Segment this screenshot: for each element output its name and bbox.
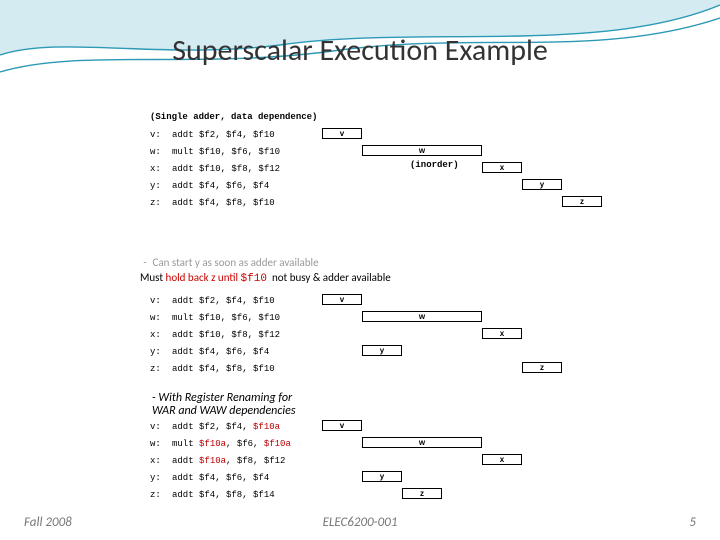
instr-text: addt $f4, $f6, $f4 [172,181,322,191]
instr-label: x: [150,456,172,466]
timeline: w [322,311,610,325]
example2-block: v: addt $f2, $f4, $f10 v w: mult $f10, $… [150,292,610,377]
inorder-label: (inorder) [410,160,459,170]
rename-note: - With Register Renaming for WAR and WAW… [152,392,296,418]
timeline: v [322,294,610,308]
instr-text: addt $f4, $f8, $f14 [172,490,322,500]
timeline: y [322,179,610,193]
bar-w: w [362,145,482,156]
timeline: y [322,471,610,485]
instr-text: mult $f10, $f6, $f10 [172,313,322,323]
timeline: x [322,454,610,468]
bar-y: y [522,179,562,190]
instr-label: z: [150,490,172,500]
instr-text: addt $f4, $f8, $f10 [172,364,322,374]
instr-label: w: [150,313,172,323]
instr-label: y: [150,473,172,483]
instr-label: w: [150,147,172,157]
bar-v: v [322,128,362,139]
note-hold-post: not busy & adder available [269,271,390,284]
instr-label: x: [150,164,172,174]
instr-text: addt $f4, $f6, $f4 [172,473,322,483]
bar-x: x [482,328,522,339]
timeline: w [322,437,610,451]
instr-label: z: [150,364,172,374]
timeline: x [322,328,610,342]
bar-z: z [522,362,562,373]
example1-header: (Single adder, data dependence) [150,112,610,122]
footer-center: ELEC6200-001 [0,515,720,530]
rename-note-l1: - With Register Renaming for [152,391,292,405]
rename-note-l2: WAR and WAW dependencies [152,404,296,418]
timeline: y [322,345,610,359]
timeline: z [322,196,610,210]
instr-text: addt $f10, $f8, $f12 [172,330,322,340]
note-start-y: Can start y as soon as adder available [153,256,319,269]
instr-label: v: [150,422,172,432]
timeline: v [322,128,610,142]
instr-text: addt $f2, $f4, $f10 [172,296,322,306]
bar-z: z [402,488,442,499]
bar-w: w [362,311,482,322]
bar-x: x [482,162,522,173]
instr-text: mult $f10, $f6, $f10 [172,147,322,157]
note-hold-pre: Must [140,271,166,284]
instr-label: z: [150,198,172,208]
bar-x: x [482,454,522,465]
instr-text: mult $f10a, $f6, $f10a [172,439,322,449]
slide-title: Superscalar Execution Example [0,32,720,69]
timeline: x (inorder) [322,162,610,176]
bar-v: v [322,294,362,305]
instr-label: x: [150,330,172,340]
instr-label: v: [150,130,172,140]
note-hold-mid: hold back z until [166,271,241,284]
slide-number: 5 [689,515,696,530]
bar-v: v [322,420,362,431]
note-hold-reg: $f10 [241,273,267,285]
bar-y: y [362,345,402,356]
instr-label: w: [150,439,172,449]
bar-z: z [562,196,602,207]
bar-w: w [362,437,482,448]
example1-block: (Single adder, data dependence) v: addt … [150,112,610,211]
example3-block: v: addt $f2, $f4, $f10a v w: mult $f10a,… [150,418,610,503]
instr-text: addt $f4, $f8, $f10 [172,198,322,208]
instr-label: v: [150,296,172,306]
instr-text: addt $f4, $f6, $f4 [172,347,322,357]
instr-text: addt $f2, $f4, $f10a [172,422,322,432]
instr-text: addt $f10, $f8, $f12 [172,164,322,174]
timeline: z [322,362,610,376]
instr-text: addt $f10a, $f8, $f12 [172,456,322,466]
bar-y: y [362,471,402,482]
instr-label: y: [150,181,172,191]
timeline: z [322,488,610,502]
instr-label: y: [150,347,172,357]
scheduling-notes: - Can start y as soon as adder available… [140,256,391,287]
instr-text: addt $f2, $f4, $f10 [172,130,322,140]
timeline: w [322,145,610,159]
timeline: v [322,420,610,434]
